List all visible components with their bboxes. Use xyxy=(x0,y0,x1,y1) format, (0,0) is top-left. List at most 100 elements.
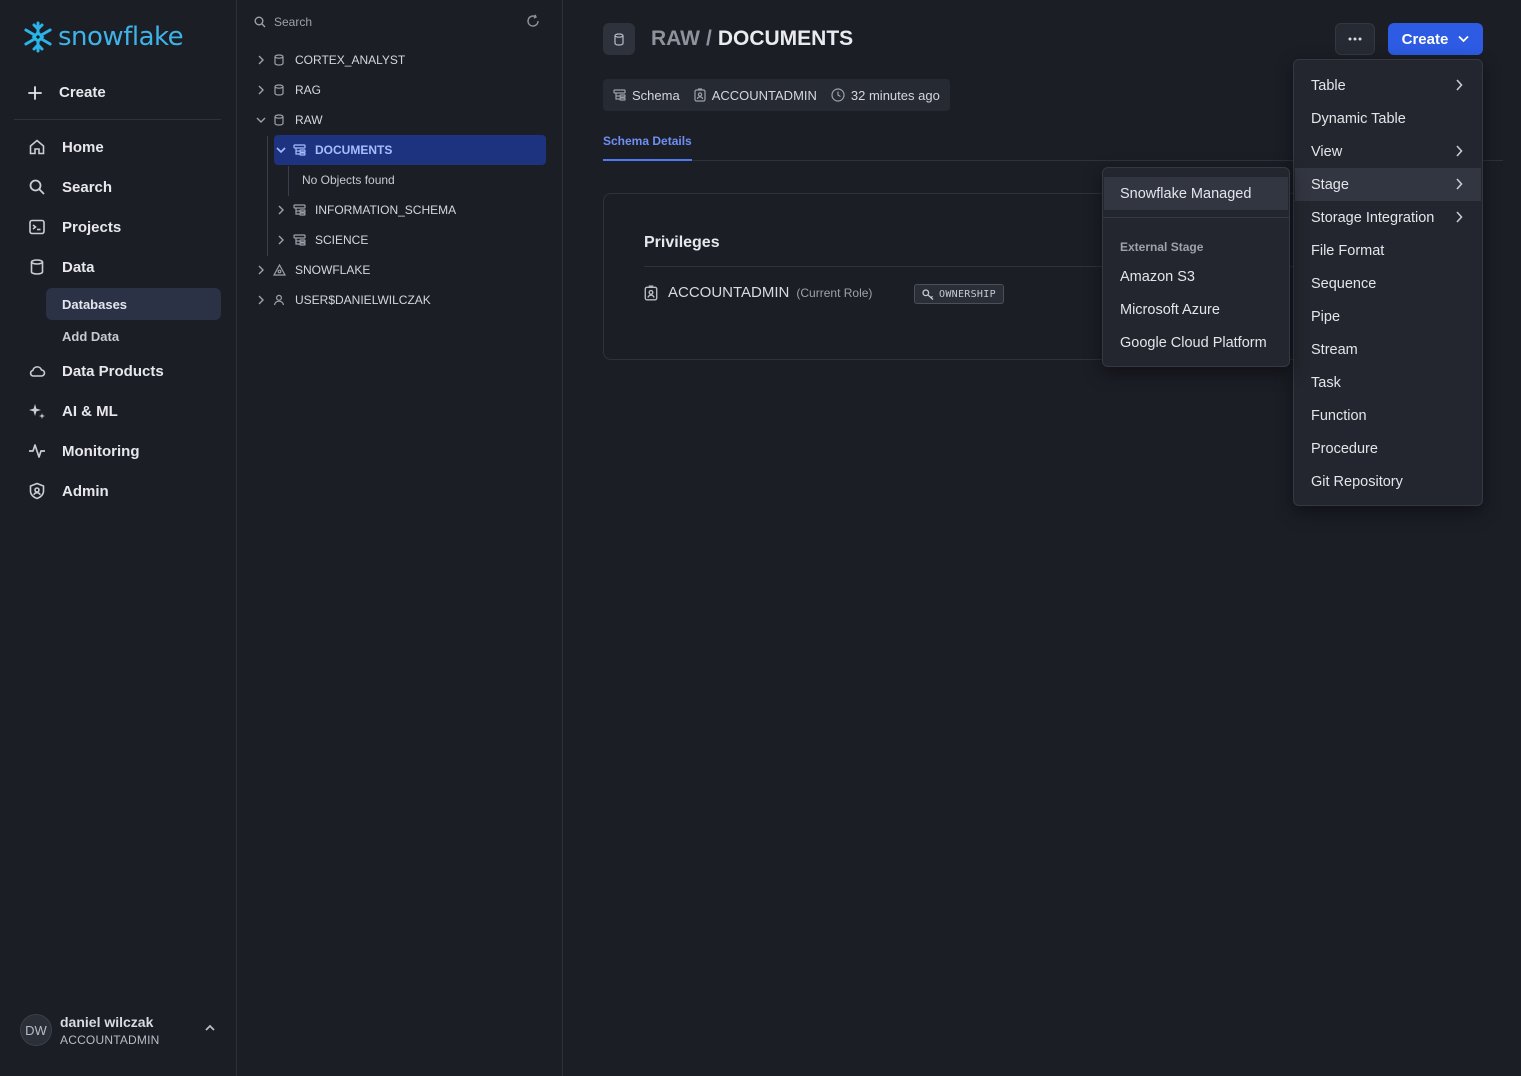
nav-item-ai-ml[interactable]: AI & ML xyxy=(28,402,118,420)
chevron-down-icon xyxy=(1458,35,1469,43)
chevron-right-icon[interactable] xyxy=(254,55,268,65)
nav-item-monitoring[interactable]: Monitoring xyxy=(28,442,139,460)
privileges-title: Privileges xyxy=(644,234,720,251)
nav-label-search: Search xyxy=(62,178,113,196)
chevron-down-icon[interactable] xyxy=(274,146,288,154)
chevron-right-icon[interactable] xyxy=(254,85,268,95)
schema-icon xyxy=(613,89,626,101)
chevron-right-icon xyxy=(1456,178,1463,190)
tree-label: SNOWFLAKE xyxy=(295,263,371,277)
user-menu[interactable]: DW daniel wilczak ACCOUNTADMIN xyxy=(20,1010,220,1050)
chevron-right-icon[interactable] xyxy=(274,235,288,245)
stage-submenu: Snowflake Managed External Stage Amazon … xyxy=(1102,167,1290,367)
search-icon xyxy=(254,16,266,28)
nav-item-search[interactable]: Search xyxy=(28,178,112,196)
submenu-item-google-cloud-platform[interactable]: Google Cloud Platform xyxy=(1104,326,1288,359)
menu-item-label: Task xyxy=(1311,374,1341,391)
nav-label-data-products: Data Products xyxy=(62,362,164,380)
menu-item-label: Function xyxy=(1311,407,1367,424)
plus-icon xyxy=(28,85,42,100)
menu-item-storage-integration[interactable]: Storage Integration xyxy=(1295,201,1481,234)
ellipsis-icon xyxy=(1348,37,1362,41)
nav-item-data-products[interactable]: Data Products xyxy=(28,362,164,380)
activity-icon xyxy=(29,444,45,458)
menu-item-label: Stream xyxy=(1311,341,1358,358)
tree-node-science[interactable]: SCIENCE xyxy=(274,225,546,255)
nav-label-data: Data xyxy=(62,258,95,276)
tab-schema-details[interactable]: Schema Details xyxy=(603,131,692,161)
snowflake-logo[interactable]: snowflake xyxy=(21,20,184,54)
chevron-right-icon[interactable] xyxy=(274,205,288,215)
meta-type-label: Schema xyxy=(632,87,680,103)
nav-label-ai-ml: AI & ML xyxy=(62,402,118,420)
breadcrumb-parent[interactable]: RAW xyxy=(651,27,700,51)
menu-item-stream[interactable]: Stream xyxy=(1295,333,1481,366)
menu-item-view[interactable]: View xyxy=(1295,135,1481,168)
menu-item-table[interactable]: Table xyxy=(1295,69,1481,102)
meta-type: Schema xyxy=(613,88,680,103)
refresh-icon[interactable] xyxy=(526,14,540,28)
nav-sub-databases[interactable]: Databases xyxy=(46,288,221,320)
menu-item-function[interactable]: Function xyxy=(1295,399,1481,432)
menu-item-label: Storage Integration xyxy=(1311,209,1435,226)
tree-node-documents[interactable]: DOCUMENTS xyxy=(274,135,546,165)
clock-icon xyxy=(831,88,845,102)
menu-item-sequence[interactable]: Sequence xyxy=(1295,267,1481,300)
menu-item-label: Dynamic Table xyxy=(1311,110,1406,127)
nav-item-projects[interactable]: Projects xyxy=(28,218,121,236)
menu-item-dynamic-table[interactable]: Dynamic Table xyxy=(1295,102,1481,135)
nav-label-admin: Admin xyxy=(62,482,109,500)
tree-guide-line xyxy=(267,136,268,256)
submenu-heading-external-stage: External Stage xyxy=(1120,240,1204,254)
menu-item-label: File Format xyxy=(1311,242,1385,259)
chevron-right-icon[interactable] xyxy=(254,265,268,275)
tree-node-rag[interactable]: RAG xyxy=(254,75,544,105)
create-button[interactable]: Create xyxy=(1388,23,1483,55)
database-icon xyxy=(273,84,287,96)
more-actions-button[interactable] xyxy=(1335,23,1375,55)
create-dropdown-menu: Table Dynamic Table View Stage Storage I… xyxy=(1293,59,1483,506)
chevron-right-icon xyxy=(1456,145,1463,157)
nav-sub-add-data[interactable]: Add Data xyxy=(46,320,221,352)
nav-item-data[interactable]: Data xyxy=(28,258,95,276)
menu-item-label: Stage xyxy=(1311,176,1349,193)
database-icon xyxy=(603,23,635,55)
submenu-item-amazon-s3[interactable]: Amazon S3 xyxy=(1104,260,1288,293)
submenu-item-snowflake-managed[interactable]: Snowflake Managed xyxy=(1104,177,1288,210)
tree-node-cortex-analyst[interactable]: CORTEX_ANALYST xyxy=(254,45,544,75)
menu-item-task[interactable]: Task xyxy=(1295,366,1481,399)
role-icon xyxy=(644,284,658,301)
menu-item-git-repository[interactable]: Git Repository xyxy=(1295,465,1481,498)
tree-label: RAG xyxy=(295,83,322,97)
submenu-item-microsoft-azure[interactable]: Microsoft Azure xyxy=(1104,293,1288,326)
nav-label-projects: Projects xyxy=(62,218,122,236)
nav-item-home[interactable]: Home xyxy=(28,138,104,156)
schema-icon xyxy=(293,144,307,156)
create-button-label: Create xyxy=(1401,30,1449,48)
nav-create-button[interactable]: Create xyxy=(28,84,106,101)
nav-item-admin[interactable]: Admin xyxy=(28,482,109,500)
key-icon xyxy=(922,288,934,300)
privilege-badge: OWNERSHIP xyxy=(914,284,1004,304)
privilege-role-note: (Current Role) xyxy=(796,285,873,300)
cloud-icon xyxy=(29,366,46,377)
tree-label: SCIENCE xyxy=(315,233,369,247)
tree-node-raw[interactable]: RAW xyxy=(254,105,544,135)
tree-label: USER$DANIELWILCZAK xyxy=(295,293,431,307)
tree-node-snowflake[interactable]: SNOWFLAKE xyxy=(254,255,544,285)
menu-item-label: Git Repository xyxy=(1311,473,1403,490)
menu-item-procedure[interactable]: Procedure xyxy=(1295,432,1481,465)
nav-divider xyxy=(14,119,221,120)
user-name: daniel wilczak xyxy=(60,1013,154,1030)
object-metadata: Schema ACCOUNTADMIN 32 minutes ago xyxy=(603,79,950,111)
tree-node-user-database[interactable]: USER$DANIELWILCZAK xyxy=(254,285,544,315)
menu-item-pipe[interactable]: Pipe xyxy=(1295,300,1481,333)
menu-item-stage[interactable]: Stage xyxy=(1295,168,1481,201)
tree-node-information-schema[interactable]: INFORMATION_SCHEMA xyxy=(274,195,546,225)
explorer-search[interactable]: Search xyxy=(254,12,544,32)
menu-item-label: Sequence xyxy=(1311,275,1377,292)
chevron-right-icon[interactable] xyxy=(254,295,268,305)
chevron-down-icon[interactable] xyxy=(254,116,268,124)
menu-item-file-format[interactable]: File Format xyxy=(1295,234,1481,267)
tree-label: DOCUMENTS xyxy=(315,143,393,157)
